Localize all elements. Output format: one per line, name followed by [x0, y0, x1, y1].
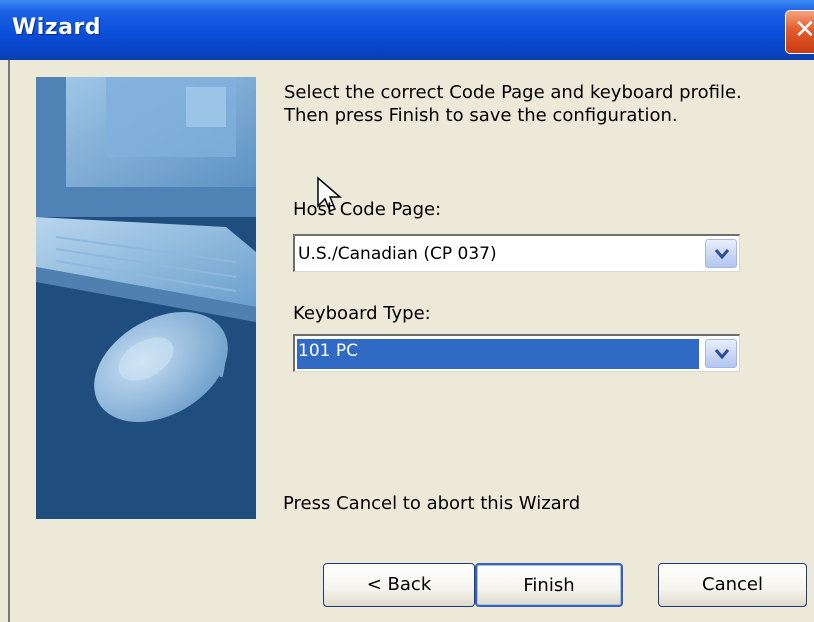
- window-frame-left: [0, 60, 12, 622]
- chevron-down-icon: [715, 349, 729, 359]
- window-frame-edge: [8, 60, 10, 622]
- close-icon: ✕: [794, 15, 814, 45]
- host-code-page-value: U.S./Canadian (CP 037): [298, 244, 497, 264]
- cancel-hint: Press Cancel to abort this Wizard: [283, 493, 581, 514]
- window-title: Wizard: [12, 15, 102, 40]
- host-code-page-select[interactable]: U.S./Canadian (CP 037): [293, 234, 740, 272]
- back-button[interactable]: < Back: [323, 563, 475, 607]
- instructions: Select the correct Code Page and keyboar…: [284, 81, 794, 127]
- keyboard-type-label: Keyboard Type:: [293, 303, 431, 324]
- keyboard-type-dropdown-button[interactable]: [705, 339, 737, 368]
- keyboard-type-value: 101 PC: [297, 339, 699, 369]
- wizard-illustration: [36, 77, 256, 519]
- host-code-page-label: Host Code Page:: [293, 199, 442, 220]
- host-code-page-dropdown-button[interactable]: [705, 239, 737, 268]
- instructions-line-2: Then press Finish to save the configurat…: [284, 105, 678, 126]
- close-button[interactable]: ✕: [785, 10, 814, 54]
- computer-illustration: [36, 77, 256, 519]
- instructions-line-1: Select the correct Code Page and keyboar…: [284, 82, 742, 103]
- chevron-down-icon: [715, 249, 729, 259]
- cancel-button[interactable]: Cancel: [658, 563, 807, 607]
- keyboard-type-select[interactable]: 101 PC: [293, 334, 740, 372]
- finish-button[interactable]: Finish: [475, 563, 623, 607]
- title-bar[interactable]: Wizard ✕: [0, 0, 814, 60]
